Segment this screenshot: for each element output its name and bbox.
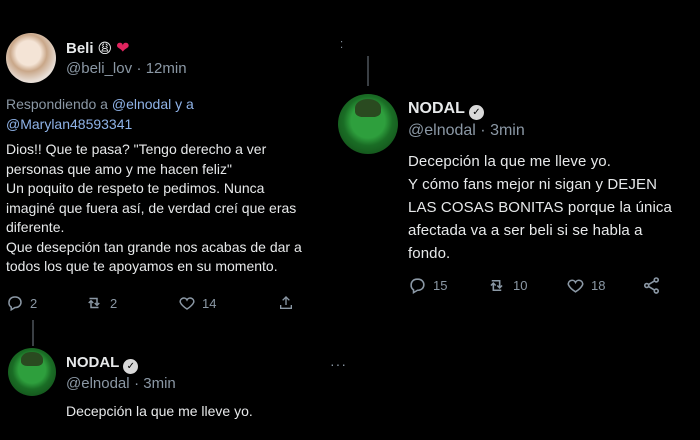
- nodal-timestamp[interactable]: · 3min: [480, 122, 524, 139]
- reply-count: 2: [30, 295, 38, 311]
- retweet-button[interactable]: 2: [84, 294, 162, 312]
- nodal-name[interactable]: NODAL: [66, 354, 119, 371]
- retweet-icon: [84, 294, 104, 312]
- retweet-count: 2: [110, 295, 118, 311]
- thread-connector: [367, 56, 369, 86]
- nodal-avatar[interactable]: [338, 94, 398, 154]
- red-heart-emoji: ❤: [116, 40, 130, 57]
- nodal-handle[interactable]: @elnodal: [408, 122, 476, 139]
- replying-link-marylan[interactable]: @Marylan48593341: [6, 116, 132, 132]
- nodal-handle-row: @elnodal · 3min: [408, 122, 525, 140]
- replying-link-elnodal[interactable]: @elnodal y a: [112, 96, 194, 112]
- right-tweet-panel: ⁚ NODAL ✓ @elnodal · 3min Decepción la qu…: [338, 0, 700, 440]
- retweet-count: 10: [513, 278, 528, 293]
- nodal-timestamp[interactable]: · 3min: [134, 375, 176, 392]
- replying-to: Respondiendo a @elnodal y a @Marylan4859…: [6, 94, 346, 134]
- share-button[interactable]: [642, 276, 661, 295]
- like-button[interactable]: 14: [178, 294, 248, 312]
- nodal-name-row: NODAL ✓: [408, 100, 484, 120]
- like-button[interactable]: 18: [566, 276, 636, 295]
- nodal-tweet-text: Decepción la que me lleve yo. Y cómo fan…: [408, 153, 672, 262]
- weary-face-emoji: 😩: [97, 40, 113, 56]
- beli-actions: 2 2 14: [6, 294, 346, 312]
- reply-icon: [408, 276, 427, 295]
- more-icon[interactable]: ⁚: [340, 40, 344, 51]
- left-tweet-panel: Beli 😩 ❤ @beli_lov · 12min Respondiendo a …: [0, 0, 352, 440]
- replying-prefix: Respondiendo a: [6, 96, 112, 112]
- reply-icon: [6, 294, 24, 312]
- nodal-tweet-text: Decepción la que me lleve yo.: [66, 403, 253, 419]
- nodal-handle-row: @elnodal · 3min: [66, 375, 176, 393]
- beli-handle-row: @beli_lov · 12min: [66, 60, 187, 78]
- thread-connector: [32, 320, 34, 346]
- verified-icon: ✓: [123, 359, 139, 374]
- nodal-handle[interactable]: @elnodal: [66, 375, 130, 392]
- retweet-button[interactable]: 10: [486, 276, 556, 295]
- reply-button[interactable]: 15: [408, 276, 474, 295]
- heart-icon: [178, 294, 196, 312]
- share-icon: [642, 276, 661, 295]
- reply-button[interactable]: 2: [6, 294, 68, 312]
- beli-tweet-text: Dios!! Que te pasa? "Tengo derecho a ver…: [6, 141, 302, 274]
- heart-icon: [566, 276, 585, 295]
- verified-icon: ✓: [468, 105, 484, 120]
- nodal-actions: 15 10 18: [408, 276, 698, 295]
- nodal-avatar[interactable]: [8, 348, 56, 396]
- like-count: 14: [202, 295, 217, 311]
- nodal-name-row: NODAL ✓: [66, 354, 139, 374]
- share-button[interactable]: [278, 295, 294, 311]
- nodal-name[interactable]: NODAL: [408, 100, 465, 117]
- retweet-icon: [486, 276, 507, 295]
- share-icon: [278, 295, 294, 311]
- reply-count: 15: [433, 278, 448, 293]
- more-icon[interactable]: ···: [330, 356, 347, 372]
- beli-name[interactable]: Beli: [66, 40, 94, 57]
- beli-handle[interactable]: @beli_lov: [66, 60, 132, 77]
- beli-avatar[interactable]: [6, 33, 56, 83]
- beli-name-row: Beli 😩 ❤: [66, 38, 130, 58]
- like-count: 18: [591, 278, 606, 293]
- beli-timestamp[interactable]: · 12min: [137, 60, 187, 77]
